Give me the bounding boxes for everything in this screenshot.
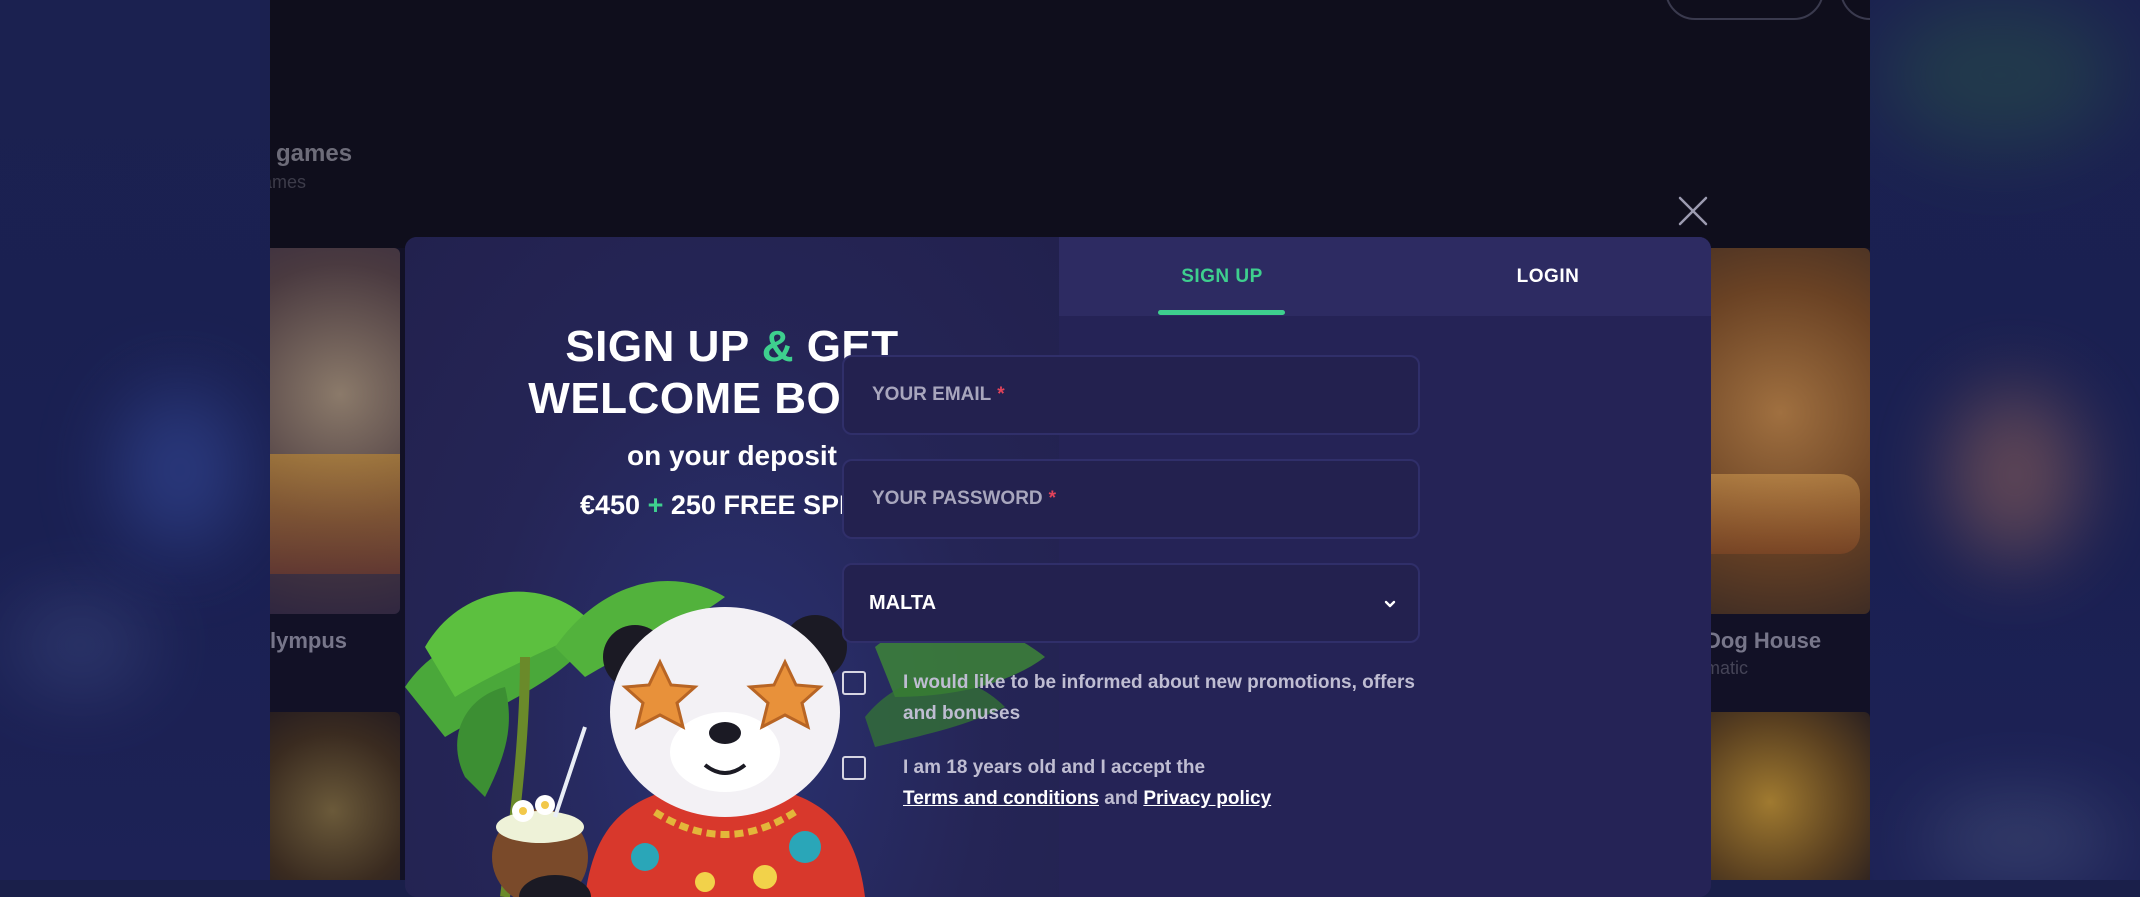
backdrop-blob [120,390,240,550]
section-title: games [276,140,353,167]
promo-consent-checkbox[interactable] [842,671,866,695]
age-consent-label: I am 18 years old and I accept the Terms… [903,752,1423,814]
age-consent-checkbox[interactable] [842,756,866,780]
promo-consent-label: I would like to be informed about new pr… [903,672,1415,724]
close-button[interactable] [1677,195,1709,227]
backdrop-blob [10,600,150,690]
privacy-link[interactable]: Privacy policy [1143,788,1271,809]
and-text: and [1104,788,1139,809]
game-tile-olympus [270,248,400,614]
tab-login[interactable]: LOGIN [1385,237,1711,316]
password-field[interactable]: YOUR PASSWORD * [842,459,1420,539]
email-input[interactable] [844,357,1418,433]
close-icon [1678,196,1708,226]
promo-title-amp: & [761,322,794,371]
site-header-area [270,0,1870,248]
backdrop-blob [1880,0,2120,150]
country-selected-value: MALTA [869,591,937,614]
game-name: Dog House [1705,628,1822,653]
game-tile-wolf [270,712,400,880]
age-consent-prefix: I am 18 years old and I accept the [903,757,1206,778]
offer-plus: + [647,490,664,520]
offer-amount: €450 [580,490,641,520]
password-input[interactable] [844,461,1418,537]
header-button [1665,0,1824,20]
game-logo [270,454,400,574]
game-provider: matic [1705,658,1749,678]
tab-signup[interactable]: SIGN UP [1059,237,1385,316]
backdrop-blob [1950,390,2080,560]
terms-link[interactable]: Terms and conditions [903,788,1099,809]
section-subtitle: ames [270,172,307,192]
game-name: lympus [270,628,348,653]
auth-tabs: SIGN UP LOGIN [1059,237,1711,316]
promo-title-part1: SIGN UP [565,322,749,371]
chevron-down-icon [1384,600,1396,608]
backdrop-blob [1920,800,2120,880]
country-select[interactable]: MALTA [842,563,1420,643]
active-tab-indicator [1158,310,1285,315]
email-field[interactable]: YOUR EMAIL * [842,355,1420,435]
